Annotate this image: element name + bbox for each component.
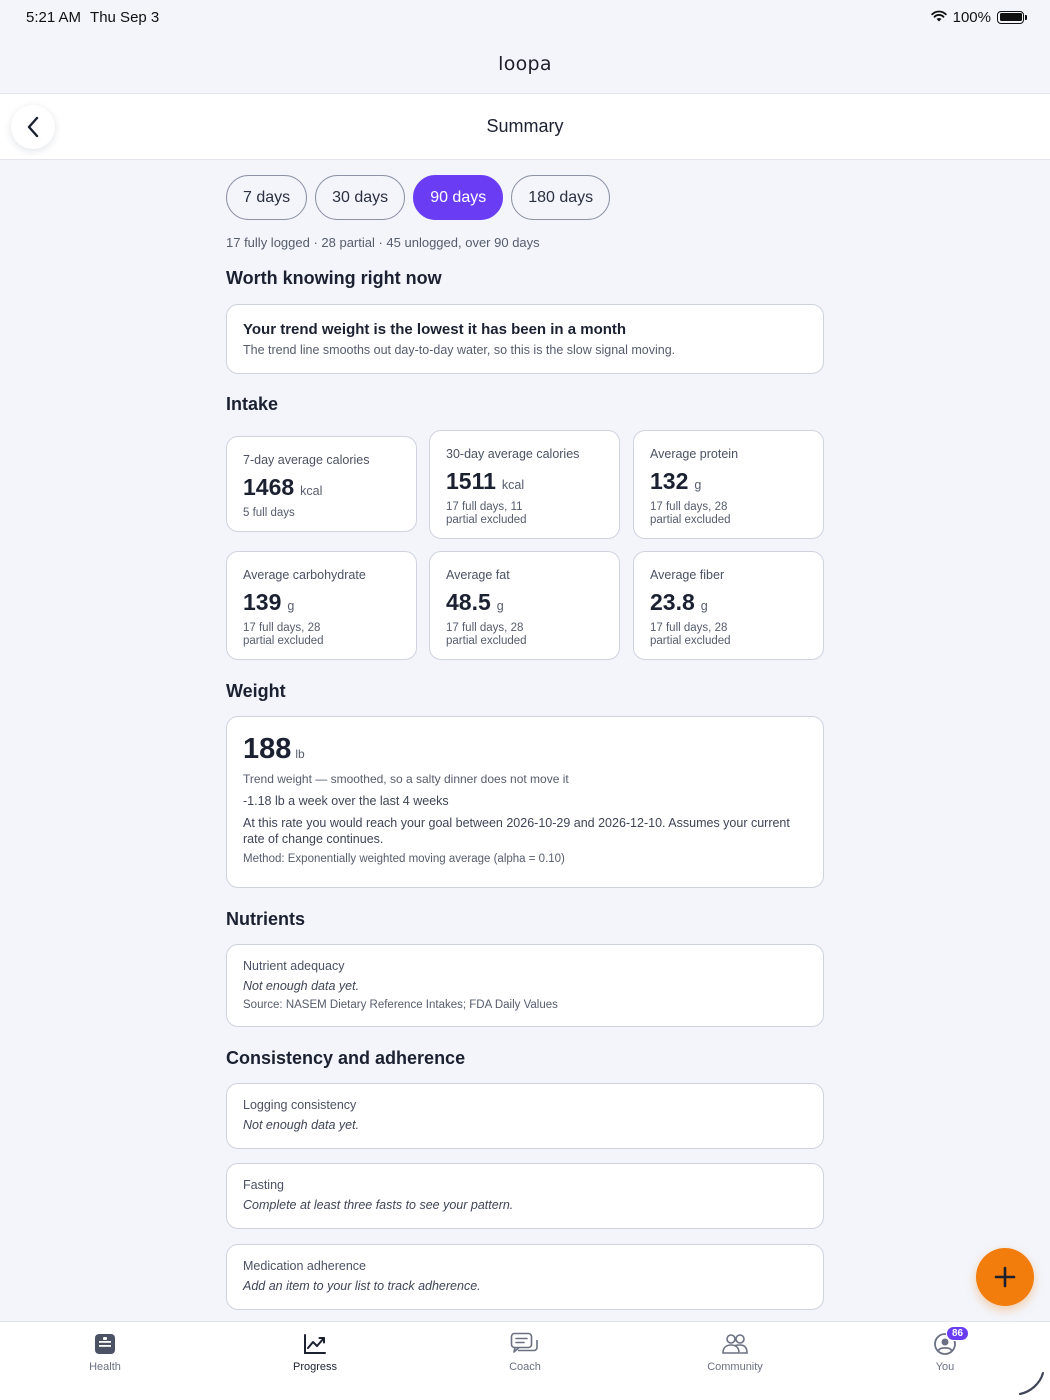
- nutrient-adequacy-label: Nutrient adequacy: [243, 959, 345, 973]
- weight-value: 188: [243, 733, 292, 765]
- card-status: Not enough data yet.: [243, 1118, 360, 1132]
- range-chip-7-days[interactable]: 7 days: [226, 175, 308, 220]
- weight-projection: At this rate you would reach your goal b…: [243, 816, 790, 846]
- metric-card-fat[interactable]: Average fat 48.5 g 17 full days, 28 parti…: [429, 551, 620, 660]
- metric-note: 17 full days, 28 partial excluded: [650, 622, 731, 647]
- metric-value: 132: [650, 468, 689, 494]
- weight-unit: lb: [295, 747, 305, 761]
- tab-community[interactable]: Community: [675, 1322, 795, 1400]
- metric-label: 30-day average calories: [446, 447, 580, 461]
- metric-unit: g: [700, 599, 708, 613]
- metric-card-30-day-calories[interactable]: 30-day average calories 1511 kcal 17 full…: [429, 430, 620, 539]
- battery-percent: 100%: [952, 8, 991, 26]
- metric-value: 139: [243, 589, 282, 615]
- tab-label: You: [935, 1361, 955, 1373]
- range-chip-90-days[interactable]: 90 days: [413, 175, 504, 220]
- community-icon: [722, 1334, 748, 1354]
- metric-unit: kcal: [501, 478, 525, 492]
- nutrient-source: Source: NASEM Dietary Reference Intakes;…: [243, 999, 558, 1011]
- card-label: Fasting: [243, 1178, 284, 1192]
- insight-card[interactable]: Your trend weight is the lowest it has b…: [226, 304, 824, 374]
- tab-health[interactable]: Health: [45, 1322, 165, 1400]
- summary-content: 7 days 30 days 90 days 180 days 17 fully…: [226, 160, 824, 1310]
- plus-icon: [994, 1266, 1016, 1288]
- metric-label: Average carbohydrate: [243, 568, 366, 582]
- tab-label: Progress: [292, 1361, 338, 1373]
- status-date: Thu Sep 3: [90, 8, 160, 26]
- metric-label: Average protein: [650, 447, 739, 461]
- metric-card-fiber[interactable]: Average fiber 23.8 g 17 full days, 28 par…: [633, 551, 824, 660]
- metric-note: 17 full days, 11 partial excluded: [446, 501, 527, 526]
- metric-unit: g: [496, 599, 504, 613]
- logging-summary: 17 fully logged · 28 partial · 45 unlogg…: [226, 235, 540, 250]
- range-chip-180-days[interactable]: 180 days: [511, 175, 611, 220]
- metric-card-7-day-calories[interactable]: 7-day average calories 1468 kcal 5 full d…: [226, 436, 417, 532]
- weight-rate: -1.18 lb a week over the last 4 weeks: [243, 794, 449, 808]
- tab-you[interactable]: 86 You: [885, 1322, 1005, 1400]
- app-logo: loopa: [498, 52, 552, 75]
- metric-value: 48.5: [446, 589, 491, 615]
- tab-bar: Health Progress Coach Community 86 You: [0, 1321, 1050, 1400]
- logging-consistency-card[interactable]: Logging consistency Not enough data yet.: [226, 1083, 824, 1149]
- tab-label: Community: [707, 1361, 763, 1373]
- card-label: Logging consistency: [243, 1098, 357, 1112]
- metric-note: 17 full days, 28 partial excluded: [650, 501, 731, 526]
- weight-method: Method: Exponentially weighted moving av…: [243, 853, 565, 865]
- resize-handle-icon: [1018, 1371, 1045, 1396]
- metric-label: Average fat: [446, 568, 510, 582]
- metric-label: Average fiber: [650, 568, 725, 582]
- tab-progress[interactable]: Progress: [255, 1322, 375, 1400]
- metric-card-protein[interactable]: Average protein 132 g 17 full days, 28 pa…: [633, 430, 824, 539]
- brand-header: loopa: [0, 34, 1050, 94]
- insight-body: The trend line smooths out day-to-day wa…: [243, 343, 676, 357]
- metric-card-carbohydrate[interactable]: Average carbohydrate 139 g 17 full days, …: [226, 551, 417, 660]
- intake-heading: Intake: [226, 394, 279, 414]
- nutrient-adequacy-card[interactable]: Nutrient adequacy Not enough data yet. S…: [226, 944, 824, 1027]
- fasting-card[interactable]: Fasting Complete at least three fasts to…: [226, 1163, 824, 1229]
- nutrients-heading: Nutrients: [226, 909, 306, 929]
- card-label: Medication adherence: [243, 1259, 366, 1273]
- weight-card[interactable]: 188 lb Trend weight — smoothed, so a salt…: [226, 716, 824, 888]
- health-icon: [95, 1334, 115, 1354]
- metric-value: 1468: [243, 474, 295, 500]
- metric-unit: g: [287, 599, 295, 613]
- back-button[interactable]: [11, 105, 55, 149]
- nutrient-adequacy-status: Not enough data yet.: [243, 979, 360, 993]
- wifi-icon: [930, 9, 947, 26]
- metric-note: 5 full days: [243, 507, 295, 519]
- tab-label: Health: [89, 1361, 121, 1373]
- tab-label: Coach: [509, 1361, 541, 1373]
- range-chip-30-days[interactable]: 30 days: [315, 175, 406, 220]
- card-status: Complete at least three fasts to see you…: [243, 1198, 514, 1212]
- metric-value: 23.8: [650, 589, 695, 615]
- status-bar: 5:21 AM Thu Sep 3 100%: [0, 0, 1050, 34]
- metric-unit: g: [694, 478, 702, 492]
- range-selector: 7 days 30 days 90 days 180 days: [226, 175, 824, 220]
- metric-value: 1511: [446, 468, 496, 494]
- nav-bar: Summary: [0, 94, 1050, 160]
- tab-coach[interactable]: Coach: [465, 1322, 585, 1400]
- chevron-left-icon: [27, 116, 39, 138]
- insight-heading: Your trend weight is the lowest it has b…: [243, 321, 627, 338]
- page-title: Summary: [486, 116, 564, 136]
- you-badge: 86: [946, 1326, 970, 1341]
- card-status: Add an item to your list to track adhere…: [243, 1279, 481, 1293]
- insights-heading: Worth knowing right now: [226, 268, 442, 288]
- add-button[interactable]: [976, 1248, 1034, 1306]
- metric-label: 7-day average calories: [243, 453, 370, 467]
- metric-note: 17 full days, 28 partial excluded: [446, 622, 527, 647]
- status-time: 5:21 AM: [26, 8, 82, 26]
- consistency-heading: Consistency and adherence: [226, 1048, 466, 1068]
- battery-icon: [997, 10, 1027, 24]
- trending-up-icon: [304, 1334, 326, 1354]
- medication-adherence-card[interactable]: Medication adherence Add an item to your…: [226, 1244, 824, 1310]
- metric-note: 17 full days, 28 partial excluded: [243, 622, 324, 647]
- chat-icon: [510, 1332, 538, 1353]
- weight-trend-note: Trend weight — smoothed, so a salty dinn…: [243, 772, 569, 786]
- metric-unit: kcal: [300, 484, 323, 498]
- weight-heading: Weight: [226, 681, 286, 701]
